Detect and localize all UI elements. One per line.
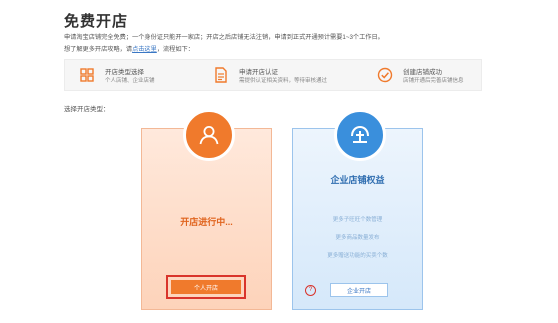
personal-shop-card[interactable]: 开店进行中... 个人开店 [141,109,272,310]
description-prefix: 想了解更多开店攻略，请 [64,46,133,53]
step-subtitle: 店铺开通后完善店铺信息 [403,78,464,84]
step-shop-created: 创建店铺成功 店铺开通后完善店铺信息 [377,60,477,90]
process-steps: 开店类型选择 个人店铺、企业店铺 申请开店认证 需提供认证相关资料，等待审核通过… [64,59,482,91]
person-icon [183,109,235,161]
enterprise-shop-card[interactable]: 企业店铺权益 更多子旺旺个数管理 更多商品数量发布 更多赠送功能的买卖个数 ? … [292,109,423,310]
step-subtitle: 需提供认证相关资料，等待审核通过 [239,78,328,84]
help-icon[interactable]: ? [305,285,316,296]
description-suffix: ，流程如下： [156,46,194,53]
step-title: 创建店铺成功 [403,69,442,76]
check-circle-icon [377,67,393,83]
description-line-2: 想了解更多开店攻略，请点击这里，流程如下： [64,44,194,53]
enterprise-shop-button[interactable]: 企业开店 [330,283,388,297]
benefit-item: 更多赠送功能的买卖个数 [327,253,388,259]
personal-shop-button[interactable]: 个人开店 [171,280,241,294]
step-title: 开店类型选择 [105,69,144,76]
step-subtitle: 个人店铺、企业店铺 [105,78,155,84]
enterprise-shop-title: 企业店铺权益 [330,175,385,185]
step-title: 申请开店认证 [239,69,278,76]
step-select-type: 开店类型选择 个人店铺、企业店铺 [79,60,199,90]
step-certification: 申请开店认证 需提供认证相关资料，等待审核通过 [213,60,353,90]
description-line-1: 申请淘宝店铺完全免费；一个身份证只能开一家店；开店之后店铺无法注销，申请到正式开… [64,34,384,41]
grid-icon [80,68,94,82]
enterprise-icon [334,109,386,161]
personal-shop-status: 开店进行中... [180,217,233,227]
choose-type-label: 选择开店类型： [64,106,110,113]
benefit-item: 更多商品数量发布 [335,235,380,241]
page-title: 免费开店 [64,13,129,30]
benefit-item: 更多子旺旺个数管理 [332,217,383,223]
guide-link[interactable]: 点击这里 [132,46,157,53]
document-icon [215,67,227,83]
